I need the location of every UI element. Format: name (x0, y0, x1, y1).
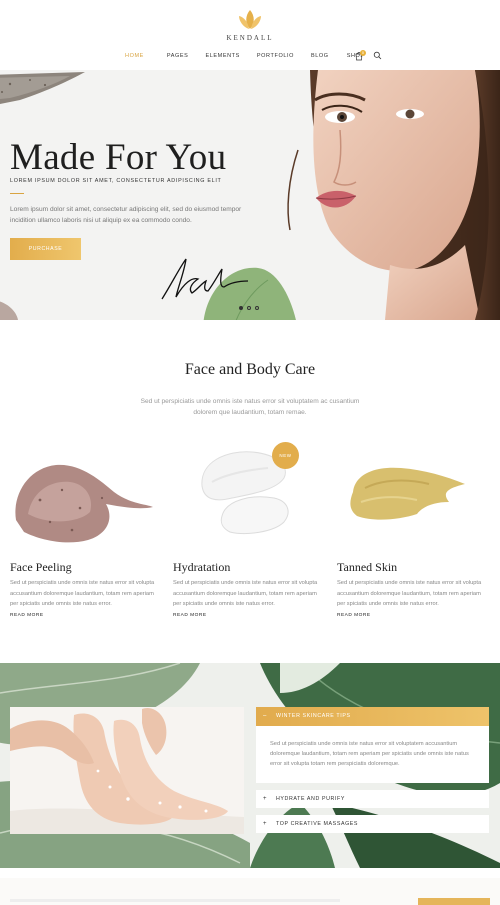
cart-count-badge: 0 (360, 50, 366, 56)
spa-feet-image (10, 707, 244, 834)
accordion-item-winter-skincare-tips[interactable]: – WINTER SKINCARE TIPS (256, 707, 489, 726)
accordion-content: Sed ut perspiciatis unde omnis iste natu… (256, 726, 489, 783)
accordion-title: WINTER SKINCARE TIPS (276, 713, 351, 719)
accordion-item-hydrate-and-purify[interactable]: + HYDRATE AND PURIFY (256, 790, 489, 808)
read-more-link[interactable]: READ MORE (10, 613, 44, 618)
section-subtitle: Sed ut perspiciatis unde omnis iste natu… (140, 398, 360, 416)
site-header: KENDALL HOME PAGES ELEMENTS PORTFOLIO BL… (0, 0, 500, 70)
hero-subtitle: LOREM IPSUM DOLOR SIT AMET, CONSECTETUR … (10, 178, 222, 184)
slider-pagination (239, 306, 259, 310)
accordion-title: TOP CREATIVE MASSAGES (276, 821, 359, 827)
brand-name[interactable]: KENDALL (0, 34, 500, 42)
nav-elements[interactable]: ELEMENTS (205, 53, 239, 59)
nav-portfolio[interactable]: PORTFOLIO (257, 53, 294, 59)
model-portrait-image (287, 70, 500, 320)
section-title: Face and Body Care (184, 361, 316, 378)
card-title-face-peeling: Face Peeling (10, 560, 72, 574)
hero-divider (10, 193, 24, 194)
lotus-logo-icon[interactable] (234, 8, 266, 32)
scrub-texture-image (0, 72, 85, 104)
card-title-tanned-skin: Tanned Skin (337, 560, 398, 574)
new-badge: NEW (272, 442, 299, 469)
search-icon[interactable] (373, 51, 382, 60)
slider-dot[interactable] (239, 306, 243, 310)
nav-pages[interactable]: PAGES (167, 53, 189, 59)
minus-icon: – (263, 713, 267, 719)
read-more-link[interactable]: READ MORE (337, 613, 371, 618)
hero-slider: Made For You LOREM IPSUM DOLOR SIT AMET,… (0, 70, 500, 320)
hero-description: Lorem ipsum dolor sit amet, consectetur … (10, 206, 242, 224)
card-text: Sed ut perspiciatis unde omnis iste natu… (10, 580, 155, 607)
nav-blog[interactable]: BLOG (311, 53, 329, 59)
read-more-link[interactable]: READ MORE (173, 613, 207, 618)
card-title-hydratation: Hydratation (173, 560, 231, 574)
accordion-title: HYDRATE AND PURIFY (276, 796, 345, 802)
purchase-button[interactable]: PURCHASE (10, 238, 81, 260)
plus-icon: + (263, 796, 268, 802)
next-section-text-line (10, 899, 340, 902)
card-text: Sed ut perspiciatis unde omnis iste natu… (337, 580, 482, 607)
scrub-texture-image (0, 301, 18, 320)
signature-image (161, 258, 249, 300)
main-nav: HOME PAGES ELEMENTS PORTFOLIO BLOG SHOP (125, 53, 365, 59)
accordion-item-top-creative-massages[interactable]: + TOP CREATIVE MASSAGES (256, 815, 489, 833)
card-text: Sed ut perspiciatis unde omnis iste natu… (173, 580, 318, 607)
tanned-skin-image (350, 467, 465, 520)
face-peeling-image (15, 464, 153, 543)
nav-home[interactable]: HOME (125, 53, 144, 59)
slider-dot[interactable] (255, 306, 259, 310)
hero-title: Made For You (10, 137, 227, 178)
next-section-button[interactable] (418, 898, 490, 905)
plus-icon: + (263, 821, 268, 827)
slider-dot[interactable] (247, 306, 251, 310)
